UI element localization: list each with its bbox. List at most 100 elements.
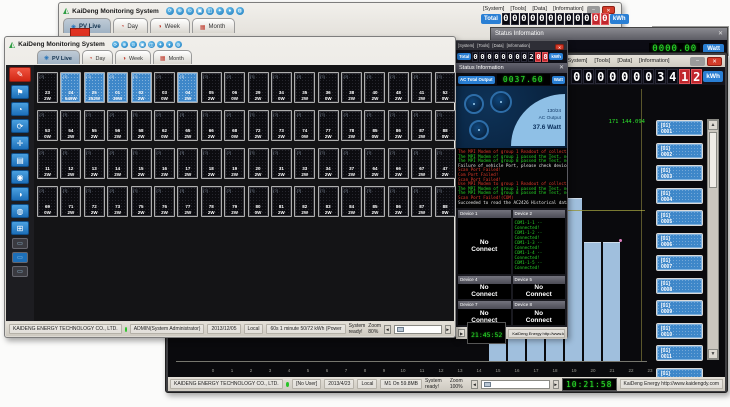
pv-module-panel[interactable]: [?] 33 2W	[294, 148, 315, 179]
scroll-up-icon[interactable]: ▲	[708, 120, 718, 130]
pv-module-panel[interactable]: [?] 75 2W	[131, 186, 152, 217]
pv-module-panel[interactable]: [?] 35 2W	[294, 72, 315, 103]
pv-module-panel[interactable]: [?] 31 2W	[271, 148, 292, 179]
sidebar-button[interactable]: ⟳	[11, 119, 29, 133]
sidebar-button[interactable]: ◉	[11, 170, 29, 184]
pv-module-panel[interactable]: [?] 16 2W	[154, 148, 175, 179]
list-scrollbar[interactable]: ▲ ▼	[707, 119, 719, 360]
menu-item[interactable]: [Information]	[507, 43, 530, 48]
toolbar-icon[interactable]: ⊙	[186, 7, 194, 15]
pv-module-panel[interactable]: [?] 48 2W	[388, 72, 409, 103]
pv-module-panel[interactable]: [?] 54 2W	[60, 110, 81, 141]
pv-module-panel[interactable]: [?] 66 2W	[201, 110, 222, 141]
pv-module-panel[interactable]: [?] 55 2W	[84, 110, 105, 141]
pv-module-panel[interactable]: [?] 66 2W	[388, 148, 409, 179]
close-icon[interactable]: ✕	[559, 63, 564, 73]
play-icon[interactable]: ▶	[458, 329, 465, 337]
pv-module-panel[interactable]: [?] 03 0W	[154, 72, 175, 103]
pv-module-panel[interactable]: [?] 85 2W	[364, 186, 385, 217]
pv-module-panel[interactable]: [?] 73 2W	[271, 110, 292, 141]
pv-module-panel[interactable]: [?] 73 2W	[107, 186, 128, 217]
sidebar-monitor-icon[interactable]: ▭	[12, 252, 28, 263]
pv-module-panel[interactable]: [?] 25 252W	[84, 72, 105, 103]
tab[interactable]: ✳ PV Live	[37, 50, 80, 64]
pv-module-panel[interactable]: [?] 67 2W	[411, 148, 432, 179]
close-icon[interactable]: ✕	[718, 28, 723, 40]
pv-module-panel[interactable]: [?] 74 0W	[294, 110, 315, 141]
pv-module-panel[interactable]: [?] 34 2W	[318, 148, 339, 179]
menu-item[interactable]: [System]	[458, 43, 474, 48]
sidebar-button[interactable]: ⊞	[11, 221, 29, 235]
pv-module-panel[interactable]: [?] 37 2W	[341, 148, 362, 179]
menu-item[interactable]: [Data]	[492, 43, 503, 48]
pv-module-panel[interactable]: [?] 79 2W	[224, 186, 245, 217]
pv-module-panel[interactable]: [?] 58 2W	[131, 110, 152, 141]
pv-module-panel[interactable]: [?] 17 2W	[177, 148, 198, 179]
inverter-id-button[interactable]: [01] 0005	[656, 210, 703, 226]
tab[interactable]: ◑ Week	[115, 50, 151, 64]
toolbar-icon[interactable]: ⊕	[121, 41, 128, 48]
toolbar-icon[interactable]: ⟳	[166, 7, 174, 15]
pv-module-panel[interactable]: [?] 12 2W	[60, 148, 81, 179]
toolbar-icon[interactable]: ⟳	[112, 41, 119, 48]
minimize-button[interactable]: –	[690, 57, 705, 66]
pv-module-panel[interactable]: [?] 06 0W	[224, 72, 245, 103]
pv-module-panel[interactable]: [?] 71 2W	[60, 186, 81, 217]
zoom-out-arrow[interactable]: ◄	[471, 380, 477, 389]
sidebar-button[interactable]: ▤	[11, 153, 29, 167]
sidebar-button[interactable]: ✛	[11, 136, 29, 150]
pv-module-panel[interactable]: [?] 87 2W	[411, 186, 432, 217]
tab[interactable]: ◔ Day	[82, 50, 113, 64]
menu-item[interactable]: [Tools]	[477, 43, 489, 48]
pv-module-panel[interactable]: [?] 65 2W	[177, 110, 198, 141]
pv-module-panel[interactable]: [?] 88 0W	[435, 186, 456, 217]
close-button[interactable]: ✕	[707, 57, 722, 66]
inverter-id-button[interactable]: [01] 0003	[656, 165, 703, 181]
toolbar-icon[interactable]: ♦	[226, 7, 234, 15]
inverter-id-button[interactable]: [01] 0012	[656, 368, 703, 378]
pv-module-panel[interactable]: [?] 83 2W	[318, 186, 339, 217]
pv-module-panel[interactable]: [?] 18 2W	[201, 148, 222, 179]
sidebar-button[interactable]: ◑	[11, 187, 29, 201]
menu-item[interactable]: [Tools]	[594, 58, 610, 64]
inverter-id-button[interactable]: [01] 0011	[656, 345, 703, 361]
toolbar-icon[interactable]: ◍	[236, 7, 244, 15]
close-button[interactable]: ✕	[555, 44, 564, 50]
pv-module-panel[interactable]: [?] 78 2W	[341, 110, 362, 141]
zoom-out-arrow[interactable]: ◄	[384, 325, 390, 334]
pv-module-panel[interactable]: [?] 80 0W	[248, 186, 269, 217]
toolbar-icon[interactable]: ✦	[157, 41, 164, 48]
pv-module-panel[interactable]: [?] 15 2W	[131, 148, 152, 179]
toolbar-icon[interactable]: ⊙	[130, 41, 137, 48]
inverter-id-button[interactable]: [01] 0008	[656, 278, 703, 294]
pv-module-panel[interactable]: [?] 02 2W	[131, 72, 152, 103]
pv-module-panel[interactable]: [?] 72 2W	[84, 186, 105, 217]
pv-module-panel[interactable]: [?] 78 2W	[201, 186, 222, 217]
sidebar-edit-button[interactable]: ✎	[9, 67, 31, 82]
inverter-id-button[interactable]: [01] 0007	[656, 255, 703, 271]
pv-module-panel[interactable]: [?] 88 0W	[435, 110, 456, 141]
pv-module-panel[interactable]: [?] 01 39W	[107, 72, 128, 103]
toolbar-icon[interactable]: ▣	[196, 7, 204, 15]
zoom-in-arrow[interactable]: ►	[553, 380, 559, 389]
pv-module-panel[interactable]: [?] 05 2W	[201, 72, 222, 103]
pv-module-panel[interactable]: [?] 40 2W	[364, 72, 385, 103]
inverter-id-button[interactable]: [01] 0006	[656, 233, 703, 249]
toolbar-icon[interactable]: ◍	[175, 41, 182, 48]
menu-item[interactable]: [Tools]	[510, 6, 526, 12]
sidebar-button[interactable]: ⚑	[11, 85, 29, 99]
menu-item[interactable]: [Data]	[532, 6, 547, 12]
toolbar-icon[interactable]: ◫	[148, 41, 155, 48]
menu-item[interactable]: [Information]	[639, 58, 670, 64]
pv-module-panel[interactable]: [?] 13 2W	[84, 148, 105, 179]
pv-module-panel[interactable]: [?] 36 0W	[318, 72, 339, 103]
menu-item[interactable]: [Information]	[553, 6, 584, 12]
zoom-in-arrow[interactable]: ►	[445, 325, 451, 334]
pv-module-panel[interactable]: [?] 04 2W	[177, 72, 198, 103]
sidebar-monitor-icon[interactable]: ▭	[12, 238, 28, 249]
pv-module-panel[interactable]: [?] 87 2W	[411, 110, 432, 141]
zoom-slider-thumb[interactable]	[397, 327, 404, 332]
inverter-id-button[interactable]: [01] 0009	[656, 300, 703, 316]
pv-module-panel[interactable]: [?] 72 2W	[248, 110, 269, 141]
sidebar-monitor-icon[interactable]: ▭	[12, 266, 28, 277]
